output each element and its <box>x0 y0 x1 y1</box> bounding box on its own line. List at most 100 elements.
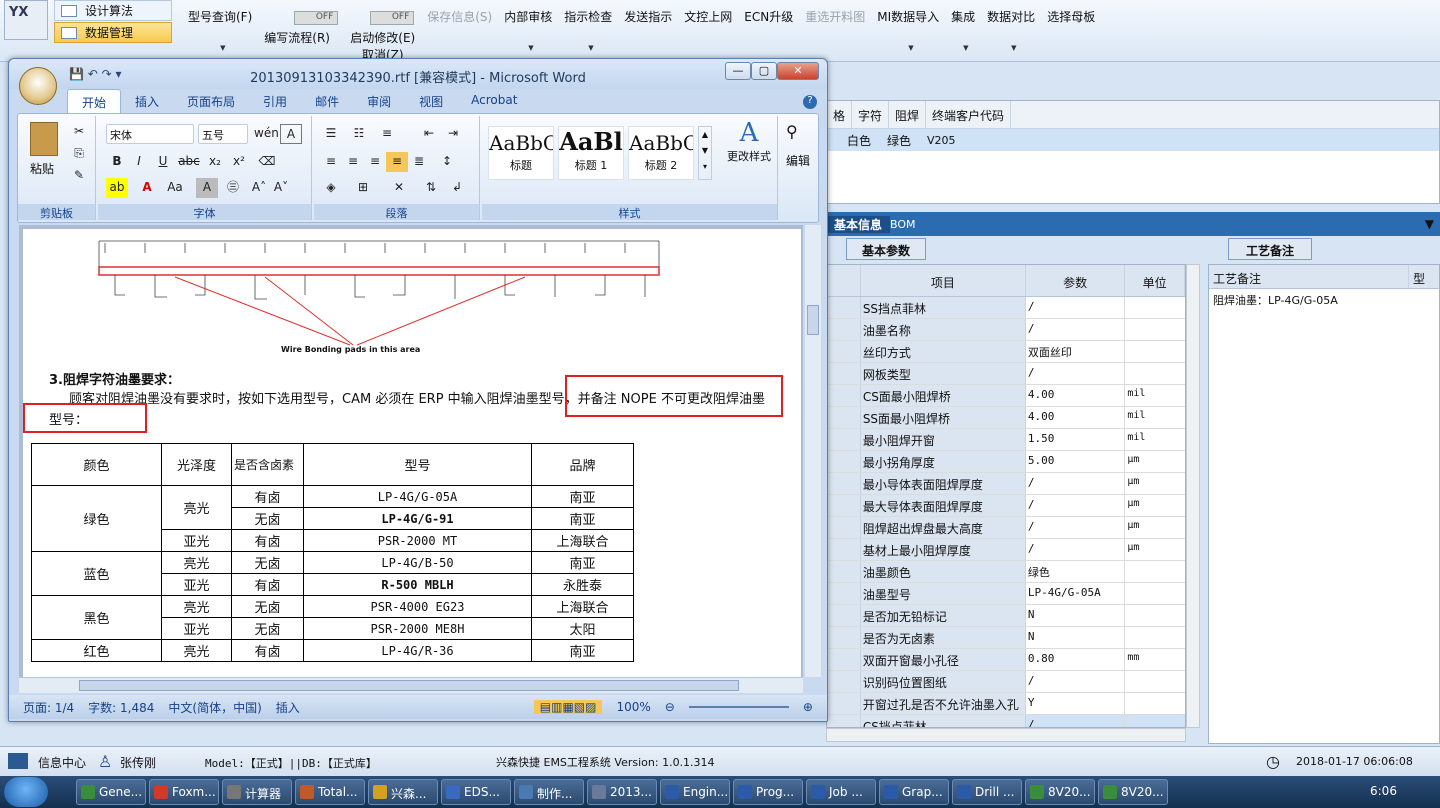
param-value[interactable]: / <box>1026 363 1126 384</box>
cmd-reselect[interactable]: 重选开料图 <box>799 0 871 60</box>
row-selector[interactable] <box>827 341 861 362</box>
row-selector[interactable] <box>827 297 861 318</box>
tab-basic-info[interactable]: 基本信息 <box>826 215 891 233</box>
param-row[interactable]: 最小导体表面阻焊厚度 / μm <box>827 473 1185 495</box>
cmd-edit-flow[interactable]: OFF 编写流程(R) <box>258 0 344 60</box>
tab-insert[interactable]: 插入 <box>121 89 173 113</box>
row-selector[interactable] <box>827 385 861 406</box>
param-value[interactable]: 4.00 <box>1026 385 1126 406</box>
taskbar-item[interactable]: 2013... <box>587 779 657 805</box>
tab-references[interactable]: 引用 <box>249 89 301 113</box>
tab-craft-notes[interactable]: 工艺备注 <box>1228 238 1312 260</box>
distribute-icon[interactable]: ≣ <box>408 152 430 172</box>
row-selector[interactable] <box>827 561 861 582</box>
row-selector[interactable] <box>827 649 861 670</box>
row-selector[interactable] <box>827 583 861 604</box>
font-color-icon[interactable]: A <box>136 178 158 198</box>
table-row[interactable]: 白色 绿色 V205 <box>827 129 1439 151</box>
param-value[interactable]: / <box>1026 473 1126 494</box>
borders-icon[interactable]: ⊞ <box>352 178 374 198</box>
font-size-select[interactable]: 五号 <box>198 124 248 144</box>
param-row[interactable]: 识别码位置图纸 / <box>827 671 1185 693</box>
align-center-icon[interactable]: ≡ <box>342 152 364 172</box>
param-value[interactable]: / <box>1026 715 1126 727</box>
nav-data-manage[interactable]: 数据管理 <box>54 22 172 43</box>
scroll-thumb[interactable] <box>807 305 819 335</box>
cut-icon[interactable]: ✂ <box>68 122 90 142</box>
cmd-start-modify[interactable]: OFF 启动修改(E) 取消(Z) <box>344 0 421 62</box>
param-value[interactable]: Y <box>1026 693 1126 714</box>
highlight-icon[interactable]: ab <box>106 178 128 198</box>
grow-font-icon[interactable]: A˄ <box>248 178 270 198</box>
col-header[interactable]: 参数 <box>1026 265 1126 296</box>
document-page[interactable]: Wire Bonding pads in this area 3.阻焊字符油墨要… <box>23 229 801 677</box>
col-header[interactable]: 字符 <box>852 101 890 128</box>
param-value[interactable]: / <box>1026 319 1126 340</box>
enclose-char-icon[interactable]: ㊂ <box>222 178 244 198</box>
cmd-model-query[interactable]: 型号查询(F) ▼ <box>182 0 258 60</box>
param-row[interactable]: CS面最小阻焊桥 4.00 mil <box>827 385 1185 407</box>
shading-icon[interactable]: ◈ <box>320 178 342 198</box>
clear-format-icon[interactable]: ⌫ <box>256 152 278 172</box>
tab-mailings[interactable]: 邮件 <box>301 89 353 113</box>
param-row[interactable]: 最小拐角厚度 5.00 μm <box>827 451 1185 473</box>
scroll-thumb[interactable] <box>79 680 739 691</box>
param-row[interactable]: 最大导体表面阻焊厚度 / μm <box>827 495 1185 517</box>
param-value[interactable]: 1.50 <box>1026 429 1126 450</box>
row-selector[interactable] <box>827 715 861 727</box>
param-value[interactable]: N <box>1026 605 1126 626</box>
param-value[interactable]: / <box>1026 539 1126 560</box>
row-selector[interactable] <box>827 671 861 692</box>
param-row[interactable]: 油墨颜色 绿色 <box>827 561 1185 583</box>
underline-icon[interactable]: U <box>152 152 174 172</box>
tab-home[interactable]: 开始 <box>67 89 122 113</box>
param-row[interactable]: 油墨型号 LP-4G/G-05A <box>827 583 1185 605</box>
cmd-select-board[interactable]: 选择母板 <box>1041 0 1101 60</box>
param-row[interactable]: 网板类型 / <box>827 363 1185 385</box>
align-right-icon[interactable]: ≡ <box>364 152 386 172</box>
row-selector[interactable] <box>827 429 861 450</box>
param-row[interactable]: SS面最小阻焊桥 4.00 mil <box>827 407 1185 429</box>
word-count[interactable]: 字数: 1,484 <box>88 699 154 716</box>
binoculars-icon[interactable]: ⚲ <box>786 122 798 141</box>
cmd-internal-audit[interactable]: 内部审核 ▼ <box>498 0 558 60</box>
chinese-layout-icon[interactable]: ✕ <box>388 178 410 198</box>
col-header[interactable]: 型 <box>1409 265 1429 288</box>
param-value[interactable]: 绿色 <box>1026 561 1126 582</box>
paste-icon[interactable] <box>30 122 58 156</box>
char-border-icon[interactable]: A <box>280 124 302 144</box>
taskbar-item[interactable]: 8V20... <box>1025 779 1095 805</box>
vertical-scrollbar[interactable] <box>1186 264 1200 728</box>
change-style-button[interactable]: A 更改样式 <box>722 118 776 164</box>
row-selector[interactable] <box>827 693 861 714</box>
paste-button[interactable]: 粘贴 <box>30 160 54 177</box>
col-header[interactable]: 工艺备注 <box>1209 265 1409 288</box>
cmd-check[interactable]: 指示检查 ▼ <box>558 0 618 60</box>
increase-indent-icon[interactable]: ⇥ <box>442 124 464 144</box>
page-count[interactable]: 页面: 1/4 <box>23 699 74 716</box>
horizontal-scrollbar[interactable] <box>826 728 1186 742</box>
row-selector[interactable] <box>827 605 861 626</box>
cmd-send[interactable]: 发送指示 <box>618 0 678 60</box>
show-marks-icon[interactable]: ↲ <box>446 178 468 198</box>
col-header[interactable]: 单位 <box>1125 265 1185 296</box>
system-clock[interactable]: 6:06 <box>1370 784 1397 798</box>
param-row[interactable]: SS挡点菲林 / <box>827 297 1185 319</box>
view-buttons[interactable]: ▤▥▦▧▨ <box>533 700 603 714</box>
row-selector[interactable] <box>827 319 861 340</box>
nav-design-algo[interactable]: 设计算法 <box>54 0 172 21</box>
style-scroll[interactable]: ▲ ▼ ▾ <box>698 126 712 180</box>
tab-acrobat[interactable]: Acrobat <box>457 89 531 113</box>
cmd-publish[interactable]: 文控上网 <box>678 0 738 60</box>
param-value[interactable]: / <box>1026 671 1126 692</box>
horizontal-scrollbar[interactable] <box>19 677 803 693</box>
align-left-icon[interactable]: ≡ <box>320 152 342 172</box>
bullets-icon[interactable]: ☰ <box>320 124 342 144</box>
edit-button[interactable]: 编辑 <box>786 152 810 169</box>
row-selector[interactable] <box>827 627 861 648</box>
taskbar-item[interactable]: Engin... <box>660 779 730 805</box>
param-row[interactable]: CS挡点菲林 / <box>827 715 1185 727</box>
italic-icon[interactable]: I <box>128 152 150 172</box>
office-button[interactable] <box>19 67 57 105</box>
tab-review[interactable]: 审阅 <box>353 89 405 113</box>
